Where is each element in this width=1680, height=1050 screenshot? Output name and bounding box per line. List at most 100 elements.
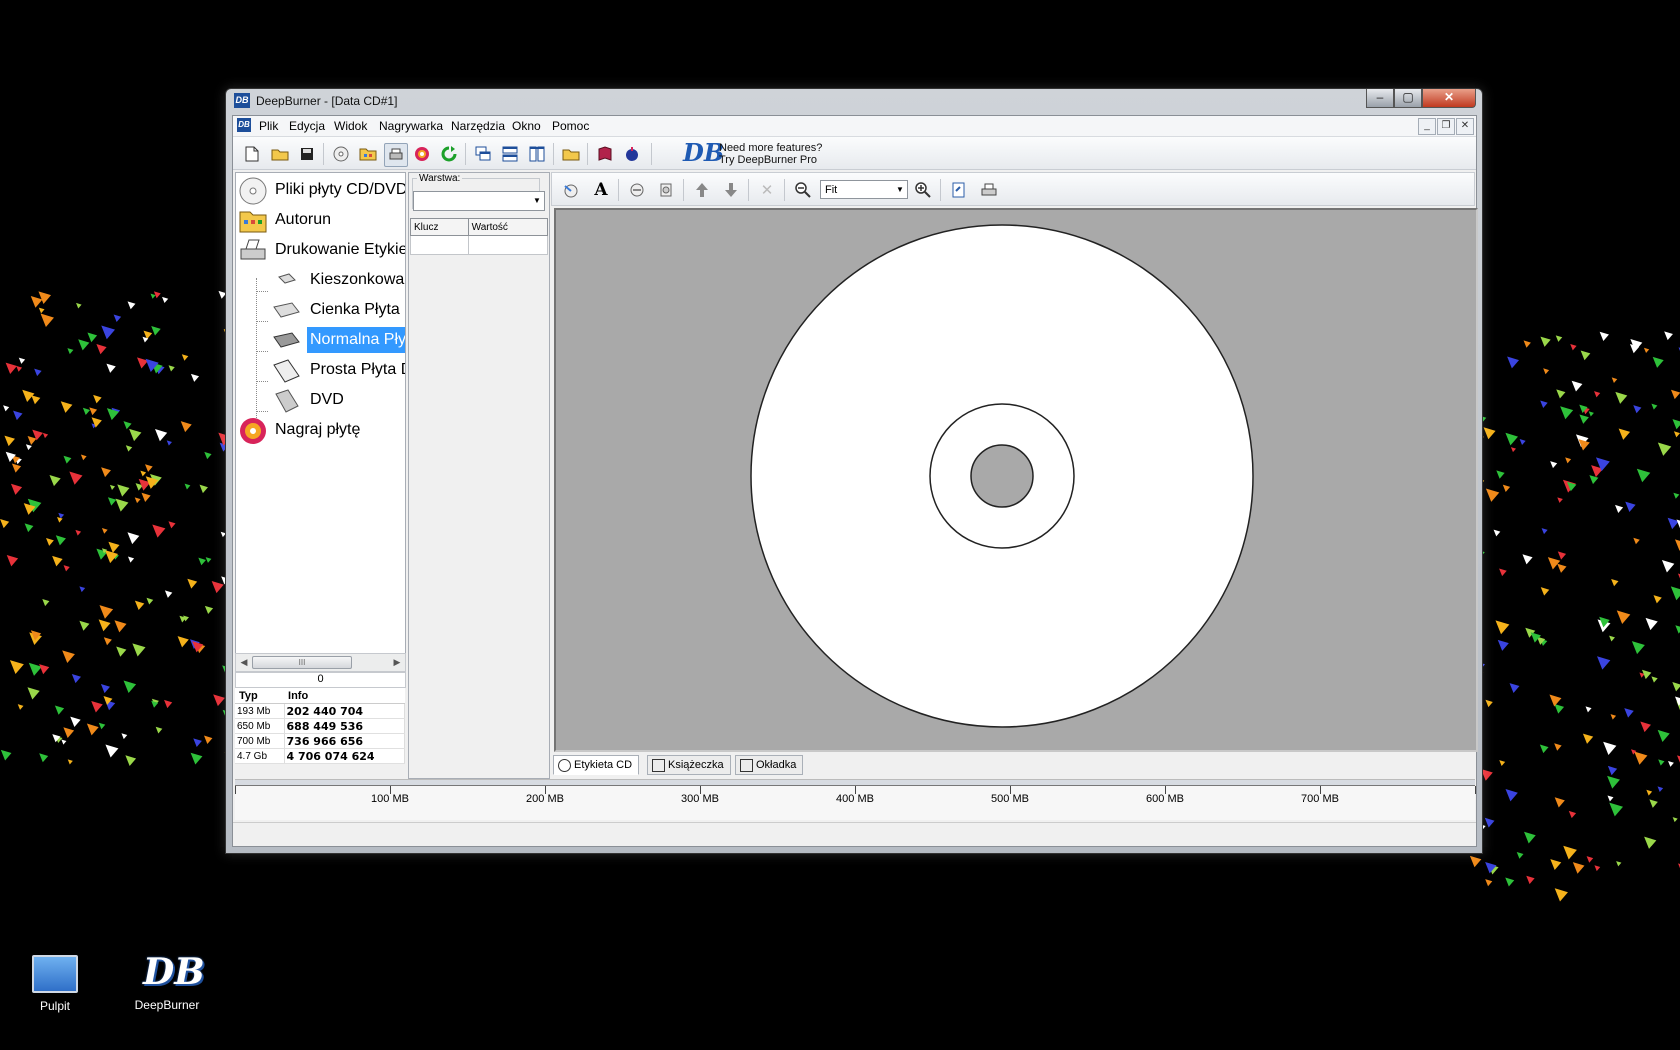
menu-pomoc[interactable]: Pomoc — [552, 119, 589, 133]
confetti-piece — [1657, 442, 1672, 456]
tab-cover[interactable]: Okładka — [735, 755, 804, 775]
confetti-piece — [1616, 861, 1622, 867]
tree-item-label-printing[interactable]: Drukowanie Etykiet — [238, 237, 405, 263]
menu-nagrywarka[interactable]: Nagrywarka — [379, 119, 443, 133]
confetti-piece — [1668, 761, 1674, 767]
confetti-piece — [1509, 683, 1520, 693]
scroll-left-icon[interactable]: ◀ — [236, 654, 252, 671]
menu-plik[interactable]: Plik — [259, 119, 278, 133]
scroll-right-icon[interactable]: ▶ — [389, 654, 405, 671]
insert-image-icon[interactable] — [560, 179, 582, 201]
move-up-icon[interactable] — [691, 179, 713, 201]
deepburner-pro-logo-icon[interactable]: DB — [683, 139, 724, 167]
confetti-piece — [57, 516, 63, 523]
save-icon[interactable] — [296, 143, 318, 165]
confetti-piece — [91, 700, 103, 713]
autorun-toolbar-icon[interactable] — [357, 143, 379, 165]
confetti-piece — [168, 365, 175, 372]
table-row[interactable] — [410, 235, 549, 255]
confetti-piece — [1493, 529, 1501, 537]
help-book-icon[interactable] — [594, 143, 616, 165]
confetti-piece — [150, 293, 156, 299]
mdi-minimize-button[interactable]: _ — [1418, 118, 1436, 135]
menu-widok[interactable]: Widok — [334, 119, 367, 133]
export-image-icon[interactable] — [948, 179, 970, 201]
size-type-header: Typ — [235, 688, 285, 704]
scroll-thumb[interactable]: III — [252, 656, 352, 669]
project-tree: Pliki płyty CD/DVD Autorun Drukowanie Et… — [235, 172, 406, 654]
mdi-close-button[interactable]: ✕ — [1456, 118, 1474, 135]
title-bar[interactable]: DB DeepBurner - [Data CD#1] – ▢ ✕ — [226, 89, 1482, 113]
document-icon[interactable]: DB — [237, 118, 251, 132]
desktop-icon-deepburner[interactable]: DB DeepBurner — [122, 952, 212, 1012]
label-canvas[interactable] — [554, 208, 1478, 752]
size-type-cell: 650 Mb — [235, 718, 285, 734]
dvd-case-icon — [275, 389, 299, 413]
tree-item-dvd[interactable]: DVD — [271, 387, 405, 413]
tree-item-autorun[interactable]: Autorun — [238, 207, 405, 233]
tree-item-pocket-disc[interactable]: Kieszonkowa Płyta — [271, 267, 405, 293]
open-folder-icon[interactable] — [269, 143, 291, 165]
tree-item-burn-disc[interactable]: Nagraj płytę — [238, 417, 405, 444]
minimize-button[interactable]: – — [1366, 89, 1394, 108]
zoom-out-icon[interactable] — [792, 179, 814, 201]
about-icon[interactable] — [621, 143, 643, 165]
insert-text-icon[interactable]: A — [590, 179, 612, 201]
pro-promo-link[interactable]: Need more features? Try DeepBurner Pro — [719, 142, 822, 166]
confetti-piece — [86, 723, 99, 736]
tile-horizontal-icon[interactable] — [499, 143, 521, 165]
table-row[interactable]: 4.7 Gb 4 706 074 624 — [235, 748, 406, 764]
add-layer-icon[interactable] — [626, 179, 648, 201]
confetti-piece — [98, 619, 111, 632]
move-down-icon[interactable] — [720, 179, 742, 201]
tab-cd-label[interactable]: Etykieta CD — [553, 755, 640, 775]
confetti-piece — [25, 444, 32, 451]
zoom-select[interactable]: Fit ▼ — [820, 180, 908, 199]
layer-select[interactable]: ▼ — [413, 191, 545, 211]
confetti-piece — [1675, 625, 1680, 634]
ruler-label: 100 MB — [371, 793, 409, 805]
print-icon[interactable] — [978, 179, 1000, 201]
refresh-icon[interactable] — [438, 143, 460, 165]
menu-okno[interactable]: Okno — [512, 119, 541, 133]
value-column-header[interactable]: Wartość — [467, 218, 549, 236]
burn-disc-toolbar-icon[interactable] — [411, 143, 433, 165]
tree-item-normal-disc[interactable]: Normalna Płyta — [271, 327, 405, 353]
cascade-windows-icon[interactable] — [472, 143, 494, 165]
tree-item-disc-files[interactable]: Pliki płyty CD/DVD — [238, 177, 405, 205]
copy-layer-icon[interactable] — [655, 179, 677, 201]
ruler-tick — [1475, 786, 1476, 794]
close-button[interactable]: ✕ — [1422, 89, 1476, 108]
browse-folder-icon[interactable] — [560, 143, 582, 165]
zoom-in-icon[interactable] — [912, 179, 934, 201]
print-labels-icon[interactable] — [384, 143, 408, 167]
confetti-piece — [1582, 733, 1594, 744]
cd-label-preview — [750, 224, 1254, 728]
table-row[interactable]: 700 Mb 736 966 656 — [235, 733, 406, 749]
table-row[interactable]: 193 Mb 202 440 704 — [235, 703, 406, 719]
desktop-icon-pulpit[interactable]: Pulpit — [10, 955, 100, 1013]
confetti-piece — [166, 440, 172, 446]
tile-vertical-icon[interactable] — [526, 143, 548, 165]
confetti-piece — [39, 664, 50, 675]
confetti-piece — [105, 744, 119, 758]
tree-item-slim-cd[interactable]: Cienka Płyta CD — [271, 297, 405, 323]
file-counter: 0 — [235, 672, 406, 688]
delete-icon[interactable]: ✕ — [756, 179, 778, 201]
tree-horizontal-scrollbar[interactable]: ◀ III ▶ — [235, 653, 406, 672]
mdi-restore-button[interactable]: ❐ — [1437, 118, 1455, 135]
chevron-down-icon[interactable]: ▼ — [530, 192, 544, 210]
confetti-piece — [1615, 504, 1624, 514]
tree-item-simple-dvd[interactable]: Prosta Płyta DVD — [271, 357, 405, 383]
data-cd-icon[interactable] — [330, 143, 352, 165]
confetti-piece — [1554, 888, 1568, 902]
table-row[interactable]: 650 Mb 688 449 536 — [235, 718, 406, 734]
maximize-button[interactable]: ▢ — [1394, 89, 1422, 108]
tab-booklet[interactable]: Książeczka — [647, 755, 731, 775]
menu-edycja[interactable]: Edycja — [289, 119, 325, 133]
menu-narzedzia[interactable]: Narzędzia — [451, 119, 505, 133]
chevron-down-icon[interactable]: ▼ — [893, 181, 907, 198]
confetti-piece — [1674, 539, 1680, 551]
key-column-header[interactable]: Klucz — [410, 218, 469, 236]
new-file-icon[interactable] — [241, 143, 263, 165]
